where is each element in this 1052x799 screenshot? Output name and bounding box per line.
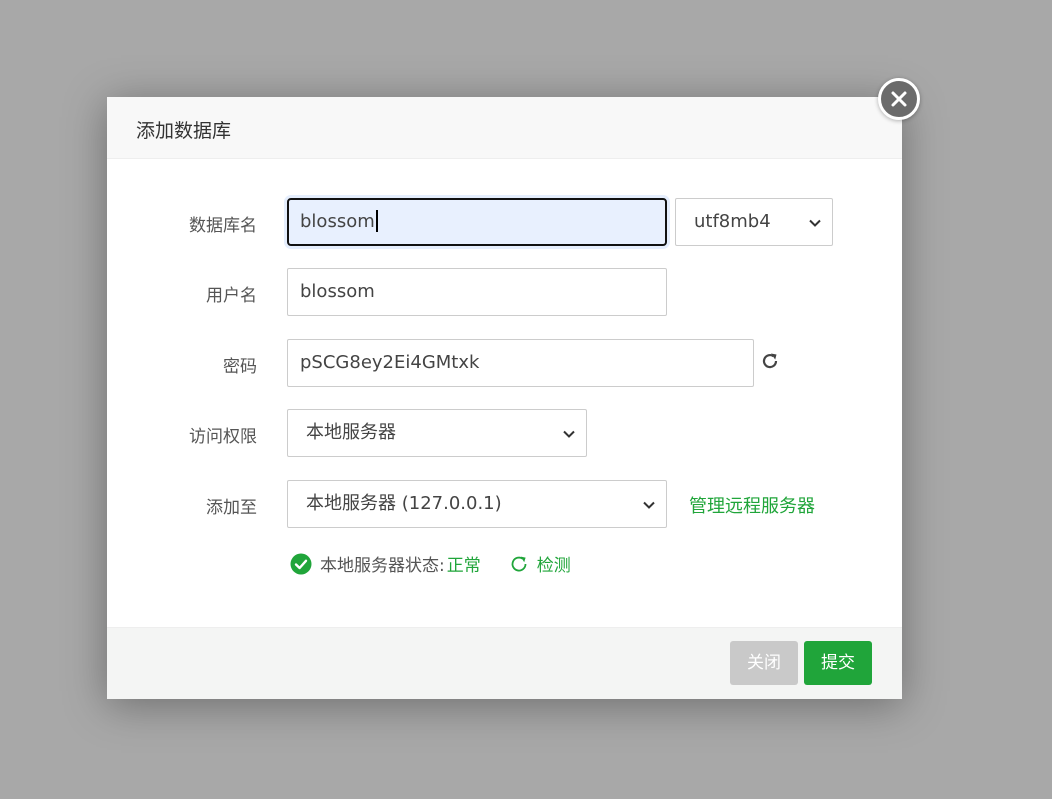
status-value: 正常: [446, 556, 481, 576]
db-name-label: 数据库名: [189, 216, 257, 236]
chevron-down-icon: [809, 219, 821, 227]
charset-select[interactable]: utf8mb4: [675, 198, 833, 246]
detect-button[interactable]: 检测: [509, 551, 571, 576]
close-icon: [891, 91, 907, 107]
db-name-value: blossom: [300, 211, 375, 232]
detect-label: 检测: [536, 556, 571, 576]
password-label: 密码: [223, 357, 257, 377]
password-input[interactable]: pSCG8ey2Ei4GMtxk: [287, 339, 754, 387]
dialog-footer: 关闭 提交: [107, 627, 902, 699]
charset-value: utf8mb4: [694, 211, 771, 232]
chevron-down-icon: [643, 501, 655, 509]
status-text: 本地服务器状态:: [320, 556, 445, 576]
username-input[interactable]: blossom: [287, 268, 667, 316]
dialog-close-button[interactable]: [878, 78, 920, 120]
check-circle-icon: [290, 553, 312, 574]
db-name-input[interactable]: blossom: [287, 198, 667, 246]
add-to-label: 添加至: [206, 498, 257, 518]
add-database-dialog: 添加数据库 数据库名 blossom utf8mb4 用户名 blossom 密…: [107, 78, 920, 699]
dialog-header: 添加数据库: [107, 97, 902, 159]
access-label: 访问权限: [189, 427, 257, 447]
access-select[interactable]: 本地服务器: [287, 409, 587, 457]
access-value: 本地服务器: [306, 422, 396, 443]
manage-remote-servers-link[interactable]: 管理远程服务器: [689, 492, 815, 518]
chevron-down-icon: [563, 430, 575, 438]
add-to-value: 本地服务器 (127.0.0.1): [306, 493, 502, 514]
text-caret: [375, 209, 378, 232]
dialog-title: 添加数据库: [136, 120, 232, 142]
server-status: 本地服务器状态: 正常 检测: [290, 551, 571, 576]
close-button[interactable]: 关闭: [730, 641, 798, 685]
refresh-circle-icon: [511, 556, 527, 571]
username-value: blossom: [300, 281, 375, 302]
username-label: 用户名: [206, 286, 257, 306]
refresh-icon[interactable]: [760, 351, 780, 371]
password-value: pSCG8ey2Ei4GMtxk: [300, 352, 480, 373]
add-to-select[interactable]: 本地服务器 (127.0.0.1): [287, 480, 667, 528]
submit-button[interactable]: 提交: [804, 641, 872, 685]
